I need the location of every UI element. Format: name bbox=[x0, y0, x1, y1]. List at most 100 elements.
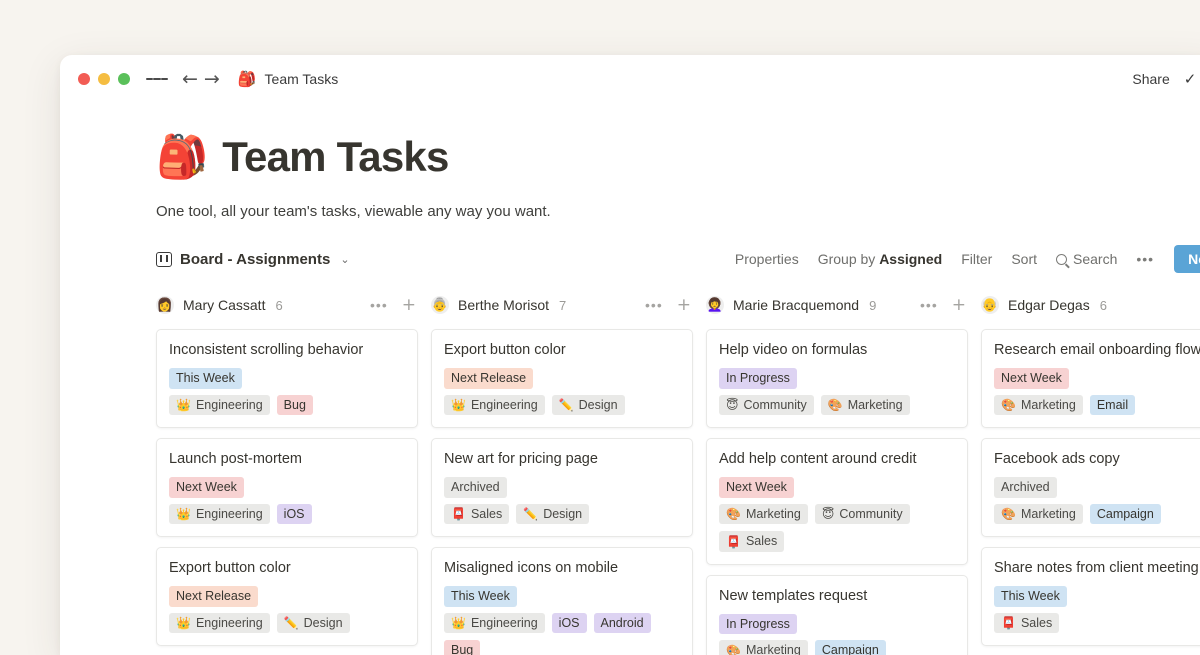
status-badge: This Week bbox=[444, 586, 517, 607]
task-card[interactable]: Research email onboarding flows Next Week… bbox=[981, 329, 1200, 428]
task-title: Misaligned icons on mobile bbox=[444, 559, 680, 577]
maximize-icon[interactable] bbox=[118, 73, 130, 85]
group-by-button[interactable]: Group by Assigned bbox=[818, 251, 943, 267]
status-badge: Next Release bbox=[169, 586, 258, 607]
column-add-icon[interactable]: + bbox=[677, 297, 691, 314]
properties-button[interactable]: Properties bbox=[735, 251, 799, 267]
tag-label: Next Release bbox=[451, 372, 526, 385]
column-more-icon[interactable]: ••• bbox=[370, 297, 388, 313]
avatar: 👵 bbox=[431, 296, 449, 314]
status-row: This Week bbox=[169, 368, 405, 389]
tag-emoji-icon: 🎨 bbox=[726, 508, 741, 520]
back-arrow-icon[interactable]: ← bbox=[182, 70, 198, 89]
tag-emoji-icon: 👑 bbox=[451, 617, 466, 629]
column-header: 👴Edgar Degas6 bbox=[981, 292, 1200, 318]
tag-label: Community bbox=[839, 508, 902, 521]
task-title: Launch post-mortem bbox=[169, 450, 405, 468]
task-title: New templates request bbox=[719, 587, 955, 605]
page-backpack-icon[interactable]: 🎒 bbox=[156, 136, 208, 178]
tag-badge: Bug bbox=[277, 395, 313, 416]
column-more-icon[interactable]: ••• bbox=[645, 297, 663, 313]
backpack-icon: 🎒 bbox=[238, 72, 257, 87]
share-button[interactable]: Share bbox=[1132, 71, 1169, 87]
task-title: Research email onboarding flows bbox=[994, 341, 1200, 359]
status-badge: In Progress bbox=[719, 614, 797, 635]
column-add-icon[interactable]: + bbox=[402, 297, 416, 314]
tag-label: Engineering bbox=[196, 399, 263, 412]
tag-badge: iOS bbox=[277, 504, 312, 525]
tag-badge: Campaign bbox=[815, 640, 886, 655]
task-card[interactable]: Facebook ads copyArchived🎨MarketingCampa… bbox=[981, 438, 1200, 537]
tag-label: iOS bbox=[559, 617, 580, 630]
task-card[interactable]: New art for pricing pageArchived📮Sales✏️… bbox=[431, 438, 693, 537]
column-title: Marie Bracquemond bbox=[733, 297, 859, 313]
task-card[interactable]: Export button colorNext Release👑Engineer… bbox=[431, 329, 693, 428]
column-more-icon[interactable]: ••• bbox=[920, 297, 938, 313]
status-badge: Next Week bbox=[719, 477, 794, 498]
column-add-icon[interactable]: + bbox=[952, 297, 966, 314]
task-card[interactable]: Export button colorNext Release👑Engineer… bbox=[156, 547, 418, 646]
status-row: Archived bbox=[994, 477, 1200, 498]
check-icon: ✓ bbox=[1184, 70, 1197, 88]
tag-badge: Email bbox=[1090, 395, 1135, 416]
page-title-row: 🎒 Team Tasks bbox=[156, 133, 1200, 181]
task-card[interactable]: Share notes from client meetingThis Week… bbox=[981, 547, 1200, 646]
tag-label: Design bbox=[543, 508, 582, 521]
tag-label: Engineering bbox=[196, 617, 263, 630]
tag-badge: Bug bbox=[444, 640, 480, 655]
status-row: Next Week bbox=[994, 368, 1200, 389]
filter-button[interactable]: Filter bbox=[961, 251, 992, 267]
task-card[interactable]: Inconsistent scrolling behaviorThis Week… bbox=[156, 329, 418, 428]
tag-label: Sales bbox=[1021, 617, 1052, 630]
page-title: Team Tasks bbox=[222, 133, 448, 181]
column-header: 👵Berthe Morisot7•••+ bbox=[431, 292, 693, 318]
title-bar: ← → 🎒 Team Tasks Share ✓ Upd bbox=[60, 55, 1200, 103]
task-card[interactable]: Help video on formulasIn Progress😇Commun… bbox=[706, 329, 968, 428]
forward-arrow-icon[interactable]: → bbox=[204, 70, 220, 89]
tag-badge: 🎨Marketing bbox=[719, 640, 808, 655]
tag-row: 📮Sales bbox=[994, 613, 1200, 634]
close-icon[interactable] bbox=[78, 73, 90, 85]
view-actions: Properties Group by Assigned Filter Sort… bbox=[735, 242, 1200, 276]
tag-row: 🎨Marketing Campaign bbox=[719, 640, 955, 655]
column-actions: ••• + bbox=[645, 297, 691, 314]
more-options-icon[interactable]: ••• bbox=[1136, 251, 1154, 267]
tag-badge: Campaign bbox=[1090, 504, 1161, 525]
hamburger-icon[interactable] bbox=[146, 68, 168, 90]
breadcrumb[interactable]: 🎒 Team Tasks bbox=[238, 71, 338, 87]
tag-label: This Week bbox=[451, 590, 510, 603]
tag-emoji-icon: ✏️ bbox=[284, 617, 299, 629]
tag-badge: 👑Engineering bbox=[169, 395, 270, 416]
tag-badge: 📮Sales bbox=[994, 613, 1059, 634]
chevron-down-icon: ⌄ bbox=[340, 253, 349, 266]
tag-label: Design bbox=[579, 399, 618, 412]
sort-button[interactable]: Sort bbox=[1011, 251, 1037, 267]
tag-badge: ✏️Design bbox=[516, 504, 589, 525]
status-row: This Week bbox=[994, 586, 1200, 607]
search-button[interactable]: Search bbox=[1056, 251, 1117, 267]
tag-label: Campaign bbox=[1097, 508, 1154, 521]
search-label: Search bbox=[1073, 251, 1117, 267]
tag-label: Marketing bbox=[746, 508, 801, 521]
tag-row: 📮Sales✏️Design bbox=[444, 504, 680, 525]
task-title: Export button color bbox=[444, 341, 680, 359]
task-card[interactable]: Add help content around creditNext Week🎨… bbox=[706, 438, 968, 565]
breadcrumb-label: Team Tasks bbox=[265, 71, 339, 87]
view-selector[interactable]: Board - Assignments ⌄ bbox=[156, 251, 350, 268]
new-button[interactable]: Ne bbox=[1174, 245, 1200, 273]
tag-badge: 📮Sales bbox=[719, 531, 784, 552]
column-actions: ••• + bbox=[370, 297, 416, 314]
column-header: 👩Mary Cassatt6•••+ bbox=[156, 292, 418, 318]
minimize-icon[interactable] bbox=[98, 73, 110, 85]
status-badge: This Week bbox=[994, 586, 1067, 607]
board-column: 👩‍🦱Marie Bracquemond9•••+Help video on f… bbox=[706, 292, 968, 655]
tag-badge: 🎨 Marketing bbox=[719, 504, 808, 525]
tag-label: This Week bbox=[1001, 590, 1060, 603]
updates-button[interactable]: ✓ Upd bbox=[1184, 70, 1200, 88]
task-card[interactable]: New templates request In Progress 🎨Marketi… bbox=[706, 575, 968, 655]
tag-label: Bug bbox=[284, 399, 306, 412]
task-card[interactable]: Misaligned icons on mobile This Week 👑 Engi… bbox=[431, 547, 693, 655]
tag-label: Engineering bbox=[471, 617, 538, 630]
view-name-label: Board - Assignments bbox=[180, 251, 330, 268]
task-card[interactable]: Launch post-mortemNext Week👑Engineeringi… bbox=[156, 438, 418, 537]
